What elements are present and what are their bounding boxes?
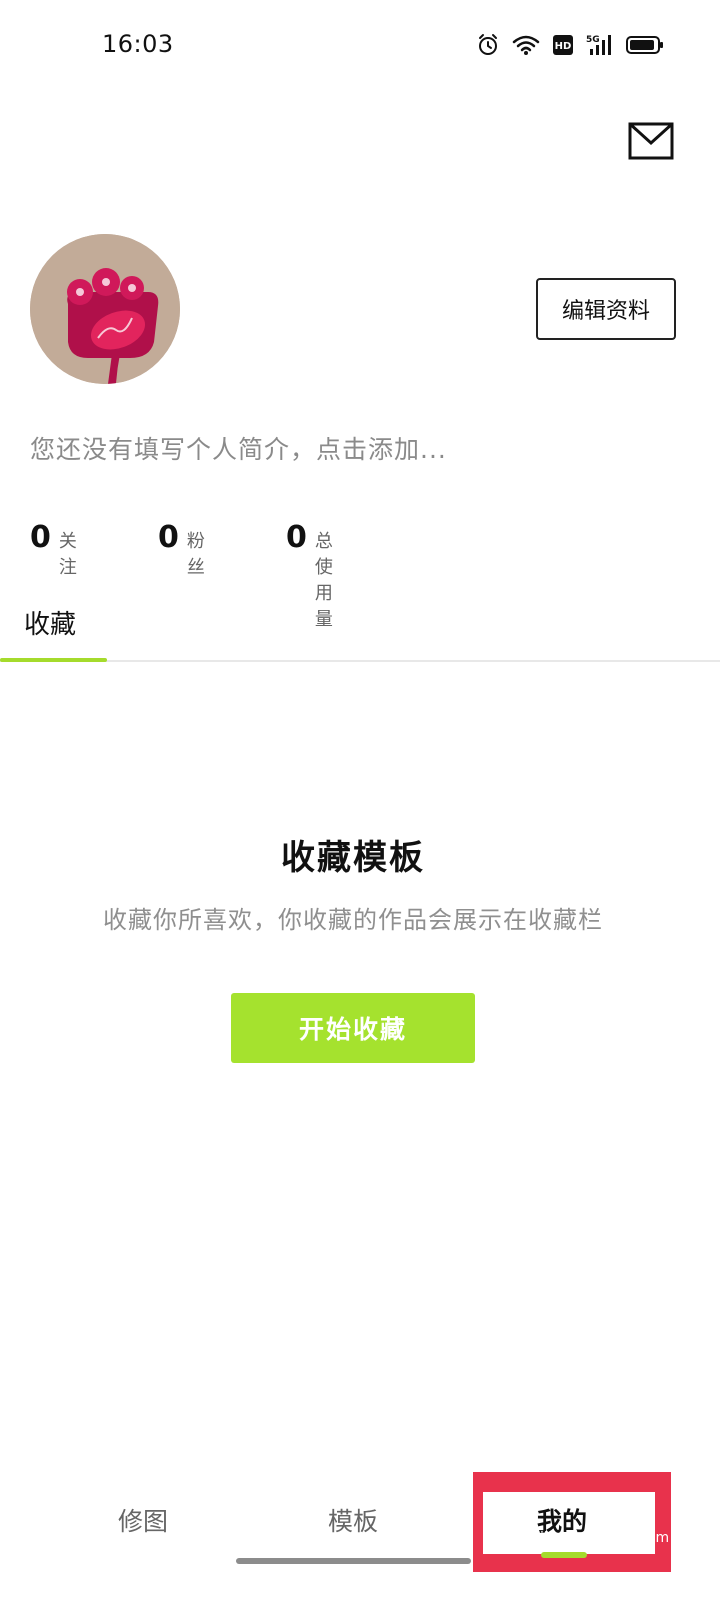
home-indicator[interactable] <box>236 1558 471 1564</box>
stat-value: 0 <box>158 520 179 555</box>
avatar[interactable] <box>30 234 180 384</box>
avatar-flower-image <box>30 234 180 384</box>
stat-value: 0 <box>286 520 307 555</box>
start-favorites-button[interactable]: 开始收藏 <box>231 993 475 1063</box>
stat-label: 关注 <box>58 531 77 578</box>
message-button[interactable] <box>628 122 674 160</box>
tab-divider <box>0 660 720 662</box>
bio-placeholder[interactable]: 您还没有填写个人简介，点击添加... <box>30 430 447 466</box>
mail-icon <box>628 122 674 160</box>
tab-favorites[interactable]: 收藏 <box>24 604 76 641</box>
nav-item-templates[interactable]: 模板 <box>328 1502 378 1538</box>
svg-text:HD: HD <box>555 41 572 52</box>
stat-value: 0 <box>30 520 51 555</box>
tab-active-indicator <box>0 658 107 662</box>
edit-profile-button[interactable]: 编辑资料 <box>536 278 676 340</box>
stat-fans[interactable]: 0 粉丝 <box>158 520 205 579</box>
bottom-nav: 修图 模板 我的 经验 jingyan.baidu.com <box>0 1472 720 1600</box>
wifi-icon <box>512 35 540 55</box>
empty-state-title: 收藏模板 <box>281 838 425 878</box>
stat-following[interactable]: 0 关注 <box>30 520 77 579</box>
nav-item-edit-photo[interactable]: 修图 <box>118 1502 168 1538</box>
battery-icon <box>626 36 663 54</box>
nav-active-indicator <box>541 1552 587 1558</box>
status-time: 16:03 <box>102 30 174 58</box>
watermark-url: jingyan.baidu.com <box>540 1530 670 1546</box>
watermark-brand: 经验 <box>590 1498 630 1522</box>
5g-signal-icon: 5G <box>586 35 611 55</box>
stat-label: 粉丝 <box>186 531 205 578</box>
status-bar: 16:03 HD 5G <box>0 0 720 90</box>
svg-text:5G: 5G <box>586 35 600 45</box>
hd-icon: HD <box>553 35 573 55</box>
empty-state-description: 收藏你所喜欢，你收藏的作品会展示在收藏栏 <box>103 906 603 934</box>
profile-tabs: 收藏 <box>0 596 720 664</box>
alarm-icon <box>479 34 497 55</box>
status-icons: HD 5G <box>476 32 664 58</box>
